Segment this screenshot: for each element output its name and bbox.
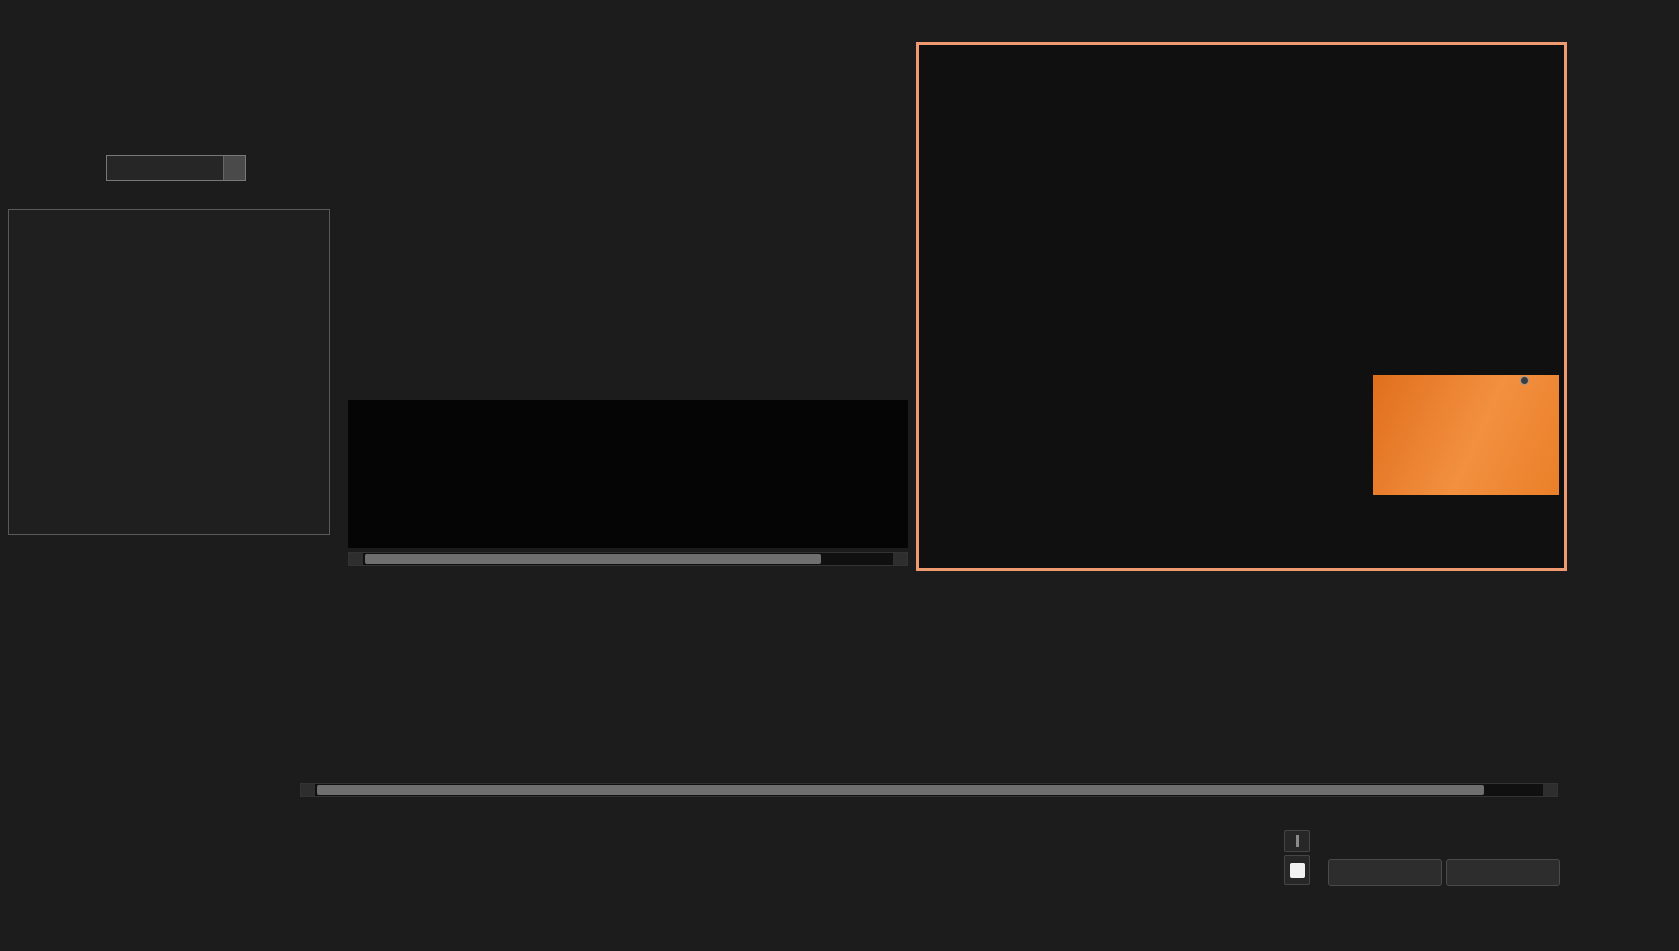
pattern-buttons-column	[1284, 830, 1310, 888]
swatch-strip-axis	[348, 400, 364, 548]
scrollbar-thumb[interactable]	[365, 554, 821, 564]
measurement-table	[300, 585, 1558, 781]
chevron-down-icon[interactable]	[223, 156, 245, 180]
swatch-strip-scrollbar[interactable]	[348, 552, 908, 566]
deltae-x-axis	[8, 539, 330, 553]
de-formula-value	[107, 156, 223, 180]
cie-inset-zoom	[1373, 375, 1559, 495]
scrollbar-thumb[interactable]	[317, 785, 1484, 795]
white-square-icon	[1289, 862, 1305, 878]
playback-controls	[1284, 828, 1576, 890]
scroll-right-icon[interactable]	[893, 553, 907, 565]
swatch-comparison-strip	[348, 400, 908, 548]
table-scrollbar[interactable]	[300, 783, 1558, 797]
scroll-right-icon[interactable]	[1543, 784, 1557, 796]
scrollbar-track[interactable]	[315, 784, 1543, 796]
measured-point-dot	[1520, 376, 1529, 385]
target-label	[348, 461, 364, 518]
de-formula-dropdown[interactable]	[106, 155, 246, 181]
patch-toolbar	[0, 829, 1282, 887]
splitter-icon	[1295, 835, 1299, 847]
deltae-bar-chart	[8, 209, 330, 535]
colorchecker-app	[0, 0, 1679, 951]
navigation-row	[1328, 859, 1560, 886]
back-button[interactable]	[1328, 859, 1442, 886]
scrollbar-track[interactable]	[363, 553, 893, 565]
actual-label	[348, 404, 364, 461]
pattern-splitter-button[interactable]	[1284, 830, 1310, 852]
next-button[interactable]	[1446, 859, 1560, 886]
cie-diagram-panel	[916, 42, 1567, 571]
pattern-window-button[interactable]	[1284, 855, 1310, 885]
description	[24, 90, 348, 111]
de-formula-row	[96, 155, 246, 181]
scroll-left-icon[interactable]	[301, 784, 315, 796]
scroll-left-icon[interactable]	[349, 553, 363, 565]
